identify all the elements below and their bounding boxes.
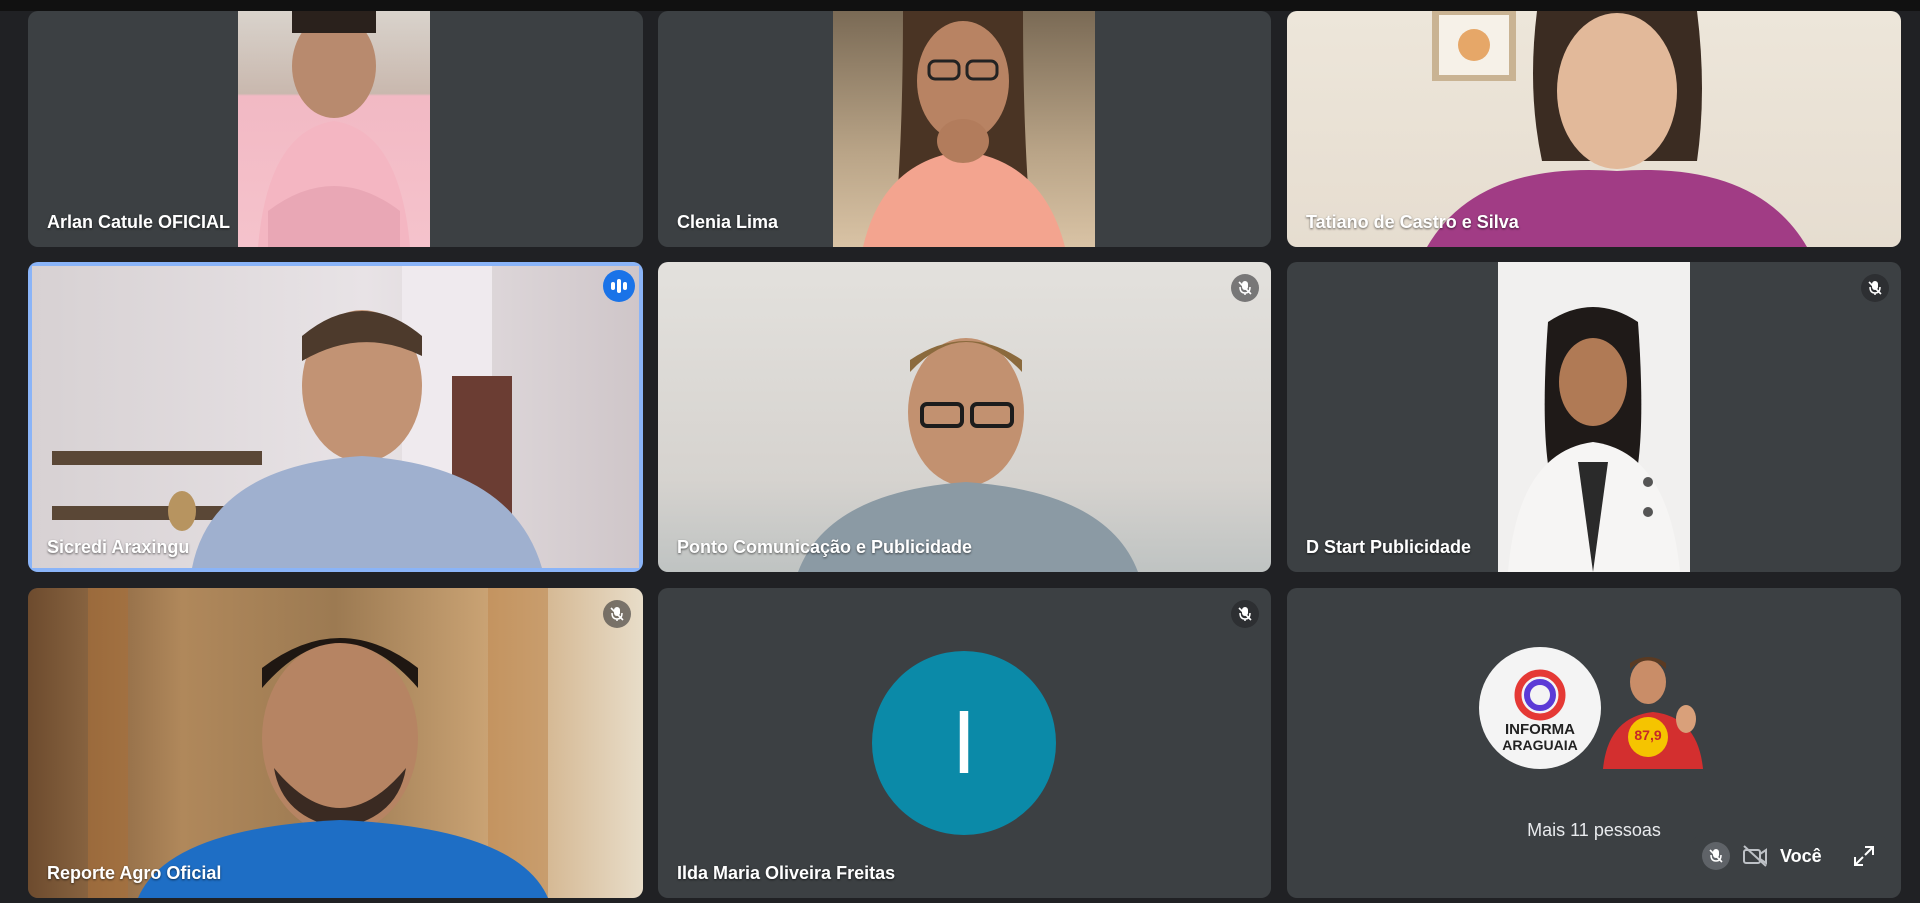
video-feed bbox=[238, 11, 430, 247]
mic-off-icon[interactable] bbox=[1702, 842, 1730, 870]
informa-araguaia-logo: INFORMA ARAGUAIA bbox=[1479, 647, 1601, 769]
logo-text-line1: INFORMA bbox=[1505, 721, 1575, 738]
participant-name: D Start Publicidade bbox=[1306, 537, 1472, 557]
top-bar bbox=[0, 0, 1920, 11]
participant-tile-ilda[interactable]: I Ilda Maria Oliveira Freitas bbox=[658, 588, 1271, 898]
logo-text-line2: ARAGUAIA bbox=[1502, 737, 1578, 753]
participant-tile-sicredi[interactable]: Sicredi Araxingu bbox=[28, 262, 643, 572]
participant-name: Ilda Maria Oliveira Freitas bbox=[677, 863, 896, 883]
participant-tile-reporte[interactable]: Reporte Agro Oficial bbox=[28, 588, 643, 898]
mic-muted-icon bbox=[1231, 600, 1259, 628]
avatar: I bbox=[872, 651, 1056, 835]
participant-name: Reporte Agro Oficial bbox=[47, 863, 222, 883]
self-label: Você bbox=[1780, 846, 1822, 866]
badge-text: 87,9 bbox=[1634, 727, 1662, 743]
participant-tile-dstart[interactable]: D Start Publicidade bbox=[1287, 262, 1901, 572]
participant-name: Ponto Comunicação e Publicidade bbox=[677, 537, 973, 557]
mic-muted-icon bbox=[1861, 274, 1889, 302]
self-view-controls[interactable]: Você bbox=[1692, 836, 1888, 876]
mic-muted-icon bbox=[1231, 274, 1259, 302]
participant-name: Tatiano de Castro e Silva bbox=[1306, 212, 1519, 232]
video-feed bbox=[32, 266, 639, 568]
video-feed bbox=[833, 11, 1095, 247]
participant-tile-tatiano[interactable]: Tatiano de Castro e Silva bbox=[1287, 11, 1901, 247]
participant-name: Clenia Lima bbox=[677, 212, 779, 232]
expand-icon[interactable] bbox=[1852, 844, 1876, 868]
mic-muted-icon bbox=[603, 600, 631, 628]
participant-thumbnail: 87,9 bbox=[1598, 647, 1708, 769]
participant-tile-arlan[interactable]: Arlan Catule OFICIAL bbox=[28, 11, 643, 247]
overflow-tile[interactable]: INFORMA ARAGUAIA 87,9 Mais 11 pessoas Vo… bbox=[1287, 588, 1901, 898]
participant-name: Sicredi Araxingu bbox=[47, 537, 190, 557]
video-feed bbox=[1498, 262, 1690, 572]
participant-tile-ponto[interactable]: Ponto Comunicação e Publicidade bbox=[658, 262, 1271, 572]
video-feed bbox=[28, 588, 643, 898]
participant-tile-clenia[interactable]: Clenia Lima bbox=[658, 11, 1271, 247]
speaking-indicator-icon bbox=[603, 270, 635, 302]
avatar-letter: I bbox=[951, 692, 977, 793]
participant-name: Arlan Catule OFICIAL bbox=[47, 212, 231, 232]
video-feed bbox=[658, 262, 1271, 572]
camera-off-icon[interactable] bbox=[1742, 844, 1768, 868]
